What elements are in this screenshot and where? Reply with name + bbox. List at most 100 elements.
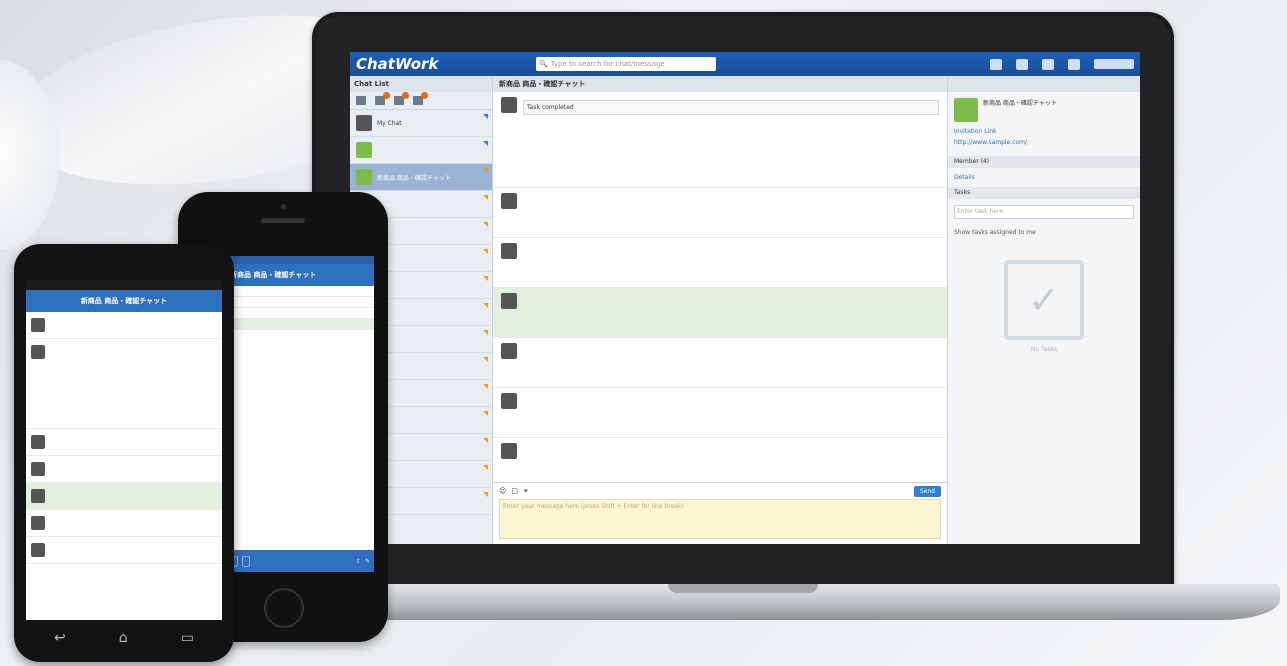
pin-icon[interactable] <box>483 141 488 146</box>
home-icon[interactable]: ⌂ <box>119 630 128 646</box>
pin-icon[interactable] <box>483 195 488 200</box>
pin-icon[interactable] <box>483 168 488 173</box>
message-item <box>493 238 947 288</box>
avatar <box>501 293 517 309</box>
task-completed-box: Task completed <box>523 100 939 115</box>
list-item <box>26 510 222 537</box>
room-name: My Chat <box>377 119 402 127</box>
share-icon[interactable]: ⇧ <box>356 558 361 565</box>
avatar <box>501 393 517 409</box>
user-menu[interactable] <box>1094 59 1134 69</box>
header-icons <box>990 58 1134 70</box>
laptop-notch <box>668 584 818 593</box>
member-details-link[interactable]: Details <box>948 174 1140 181</box>
info-icon[interactable] <box>1068 58 1080 70</box>
android-device: 新商品 商品・確認チャット ↩ ⌂ ▭ <box>14 244 234 662</box>
pin-icon[interactable] <box>483 249 488 254</box>
room-info-name: 新商品 商品・確認チャット <box>983 100 1057 107</box>
no-tasks-check-icon: ✓ <box>1004 260 1084 340</box>
avatar <box>356 115 372 131</box>
pin-icon[interactable] <box>483 330 488 335</box>
task-filter-icon[interactable] <box>413 92 428 105</box>
invitation-link[interactable]: Invitation Link <box>948 128 1140 135</box>
unread-filter-icon[interactable] <box>375 92 390 105</box>
pin-icon[interactable] <box>483 114 488 119</box>
message-list: Task completed <box>493 92 947 482</box>
list-item <box>26 456 222 483</box>
avatar <box>501 193 517 209</box>
pin-icon[interactable] <box>483 438 488 443</box>
sidebar-room-item[interactable]: My Chat <box>350 110 492 137</box>
tasks-section-title: Tasks <box>948 187 1140 199</box>
message-item <box>493 438 947 482</box>
chat-room-title: 新商品 商品・確認チャット <box>493 76 947 92</box>
avatar <box>31 345 45 359</box>
list-item <box>226 286 374 297</box>
file-attach-icon[interactable]: □ <box>511 487 518 495</box>
message-input[interactable]: Enter your message here (press Shift + E… <box>499 499 941 539</box>
mention-filter-icon[interactable] <box>394 92 409 105</box>
show-my-tasks-checkbox[interactable]: Show tasks assigned to me <box>948 225 1140 240</box>
iphone-camera <box>281 204 286 209</box>
pin-icon[interactable] <box>483 276 488 281</box>
message-item <box>493 338 947 388</box>
search-icon: 🔍 <box>539 60 548 68</box>
android-screen: 新商品 商品・確認チャット <box>26 280 222 620</box>
compose-icon[interactable]: ✎ <box>365 558 370 565</box>
pin-icon[interactable] <box>483 222 488 227</box>
avatar <box>501 443 517 459</box>
room-info-panel: 新商品 商品・確認チャット Invitation Link http://www… <box>948 76 1140 544</box>
android-nav-bar: ↩ ⌂ ▭ <box>54 630 194 646</box>
list-item <box>26 339 222 429</box>
message-item <box>493 188 947 238</box>
list-item <box>226 308 374 319</box>
send-button[interactable]: Send <box>913 485 941 497</box>
pin-icon[interactable] <box>483 384 488 389</box>
task-icon[interactable] <box>990 58 1002 70</box>
pin-icon[interactable] <box>483 465 488 470</box>
chat-timeline: 新商品 商品・確認チャット Task completed ☺ □ ⚭ Send … <box>493 76 948 544</box>
message-item: Task completed <box>493 92 947 188</box>
room-avatar <box>954 98 978 122</box>
link-icon[interactable]: ⚭ <box>523 487 529 495</box>
pin-icon[interactable] <box>483 357 488 362</box>
iphone-status-bar <box>226 256 374 264</box>
pin-icon[interactable] <box>483 411 488 416</box>
sidebar-room-item[interactable] <box>350 137 492 164</box>
list-item <box>26 537 222 564</box>
back-icon[interactable]: ↩ <box>54 630 66 646</box>
file-icon[interactable] <box>1016 58 1028 70</box>
message-item <box>493 388 947 438</box>
message-item <box>493 288 947 338</box>
iphone-action-bar: ​ ​ ⇧ ✎ <box>226 550 374 572</box>
iphone-chat-title: 新商品 商品・確認チャット <box>226 264 374 286</box>
room-url[interactable]: http://www.sample.com/ <box>948 135 1140 150</box>
room-name: 新商品 商品・確認チャット <box>377 174 451 182</box>
list-item <box>26 312 222 339</box>
iphone-action-button[interactable]: ​ <box>242 555 250 567</box>
list-item <box>26 483 222 510</box>
avatar <box>501 343 517 359</box>
avatar <box>31 543 45 557</box>
avatar <box>31 516 45 530</box>
task-input[interactable]: Enter task here <box>954 205 1134 219</box>
pin-icon[interactable] <box>483 492 488 497</box>
avatar <box>31 462 45 476</box>
search-input[interactable]: 🔍 Type to search for chat/message <box>536 57 716 71</box>
list-item <box>26 429 222 456</box>
avatar <box>356 142 372 158</box>
pin-icon[interactable] <box>483 303 488 308</box>
recent-apps-icon[interactable]: ▭ <box>181 630 194 646</box>
iphone-home-button[interactable] <box>264 588 304 628</box>
avatar <box>356 169 372 185</box>
room-summary: 新商品 商品・確認チャット <box>948 92 1140 128</box>
home-icon[interactable] <box>356 96 366 105</box>
avatar <box>31 489 45 503</box>
sidebar-room-item[interactable]: 新商品 商品・確認チャット <box>350 164 492 191</box>
avatar <box>31 318 45 332</box>
avatar <box>501 97 517 113</box>
chat-filter-toolbar <box>350 92 492 110</box>
emoji-icon[interactable]: ☺ <box>499 487 506 495</box>
member-section-title: Member (4) <box>948 156 1140 168</box>
contacts-icon[interactable] <box>1042 58 1054 70</box>
